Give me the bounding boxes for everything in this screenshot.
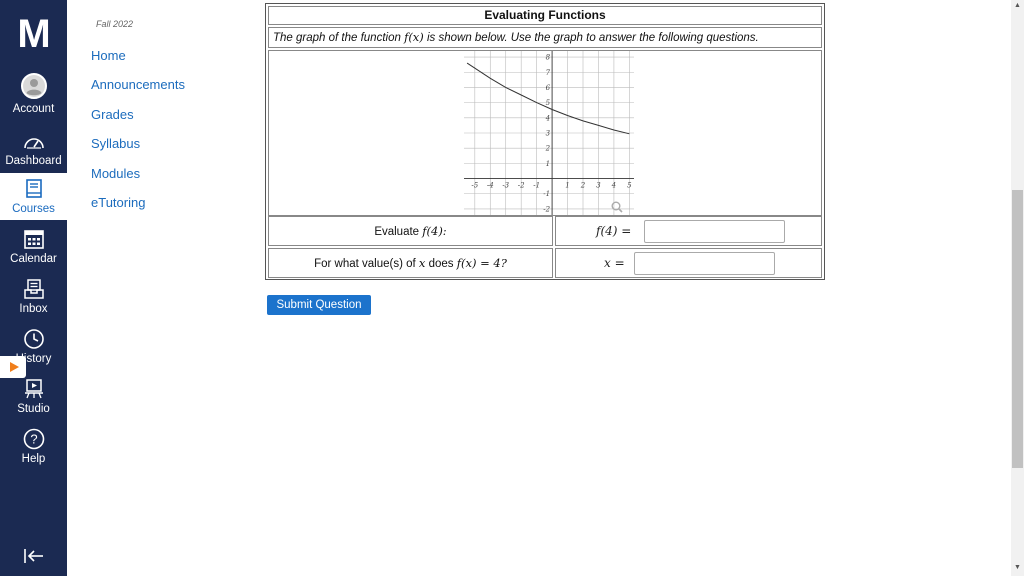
course-term: Fall 2022 (96, 19, 134, 29)
question-prompt: The graph of the function f(x) is shown … (268, 27, 822, 48)
f4-answer-input[interactable] (644, 220, 785, 243)
nav-inbox[interactable]: Inbox (0, 278, 67, 316)
x-tick-label: 4 (611, 182, 616, 190)
inbox-icon (23, 279, 44, 299)
x-tick-label: -3 (502, 182, 509, 190)
nav-courses-label: Courses (12, 203, 55, 215)
nav-courses[interactable]: Courses (0, 173, 67, 220)
y-tick-label: 8 (546, 54, 551, 62)
question-row-2: For what value(s) of x does f(x) = 4? x … (268, 248, 822, 278)
x-tick-label: -1 (533, 182, 540, 190)
y-tick-label: 2 (545, 145, 551, 153)
nav-account-label: Account (12, 103, 55, 115)
scroll-down-arrow-icon[interactable]: ▼ (1012, 564, 1023, 574)
dashboard-icon (23, 138, 44, 149)
q1-prompt: Evaluate f(4): (268, 216, 553, 246)
nav-studio-label: Studio (17, 403, 50, 415)
y-tick-label: 4 (545, 114, 550, 122)
q1-answer-cell: f(4) = (555, 216, 822, 246)
course-link-announcements[interactable]: Announcements (91, 77, 185, 92)
studio-icon (24, 379, 43, 399)
nav-calendar[interactable]: Calendar (0, 228, 67, 266)
q2-prompt: For what value(s) of x does f(x) = 4? (268, 248, 553, 278)
function-graph[interactable]: -5 -4 -3 -2 -1 1 2 3 4 5 -2 -1 1 2 3 4 5 6 7 8 (464, 51, 634, 215)
x-tick-label: -5 (471, 182, 478, 190)
x-tick-label: 3 (596, 182, 601, 190)
x-tick-label: -4 (487, 182, 494, 190)
scrollbar-thumb[interactable] (1012, 190, 1023, 468)
prompt-after: is shown below. Use the graph to answer … (423, 32, 759, 44)
courses-icon (25, 179, 42, 198)
q1-answer-label: f(4) = (596, 224, 632, 238)
q2-answer-cell: x = (555, 248, 822, 278)
history-icon (23, 329, 44, 349)
q1-math: f(4): (422, 224, 447, 238)
question-title: Evaluating Functions (268, 6, 822, 25)
y-tick-label: 1 (546, 160, 550, 168)
course-link-home[interactable]: Home (91, 48, 126, 63)
nav-dashboard[interactable]: Dashboard (0, 134, 67, 168)
course-link-grades[interactable]: Grades (91, 107, 134, 122)
x-tick-label: 1 (565, 182, 569, 190)
q2-math-b: f(x) = 4? (456, 256, 507, 270)
graph-cell: -5 -4 -3 -2 -1 1 2 3 4 5 -2 -1 1 2 3 4 5 6 7 8 (268, 50, 822, 216)
calendar-icon (23, 230, 44, 249)
y-tick-label: 5 (546, 99, 551, 107)
nav-help-label: Help (21, 453, 46, 465)
prompt-function: f(x) (404, 30, 424, 44)
submit-question-button[interactable]: Submit Question (267, 295, 371, 315)
nav-inbox-label: Inbox (19, 303, 48, 315)
x-tick-label: -2 (518, 182, 525, 190)
course-link-syllabus[interactable]: Syllabus (91, 136, 140, 151)
course-nav: Fall 2022 Home Announcements Grades Syll… (67, 0, 257, 576)
school-logo[interactable]: M (0, 12, 67, 56)
question-container: Evaluating Functions The graph of the fu… (265, 3, 825, 280)
account-icon (20, 73, 47, 99)
nav-dashboard-label: Dashboard (5, 155, 62, 167)
help-icon: ? (23, 428, 44, 450)
x-answer-input[interactable] (634, 252, 775, 275)
scroll-up-arrow-icon[interactable]: ▲ (1012, 2, 1023, 12)
nav-studio[interactable]: Studio (0, 378, 67, 416)
y-tick-label: -2 (543, 205, 550, 213)
x-tick-label: 5 (627, 182, 632, 190)
global-nav: M Account Dashboard Courses Calendar Inb… (0, 0, 67, 576)
q2-text-a: For what value(s) of (314, 258, 419, 270)
collapse-nav-icon[interactable] (22, 546, 46, 566)
nav-calendar-label: Calendar (10, 253, 57, 265)
q1-text: Evaluate (374, 226, 423, 238)
question-row-1: Evaluate f(4): f(4) = (268, 216, 822, 246)
y-tick-label: 7 (546, 69, 551, 77)
prompt-before: The graph of the function (273, 32, 405, 44)
nav-help[interactable]: ? Help (0, 428, 67, 466)
nav-account[interactable]: Account (0, 72, 67, 116)
y-tick-label: 3 (546, 130, 551, 138)
x-tick-label: 2 (580, 182, 586, 190)
q2-text-b: does (425, 258, 457, 270)
y-tick-label: -1 (543, 190, 550, 198)
svg-text:?: ? (30, 432, 37, 447)
y-tick-label: 6 (546, 84, 551, 92)
q2-answer-label: x = (604, 256, 625, 270)
course-link-etutoring[interactable]: eTutoring (91, 195, 145, 210)
play-icon[interactable] (0, 356, 26, 378)
course-link-modules[interactable]: Modules (91, 166, 140, 181)
